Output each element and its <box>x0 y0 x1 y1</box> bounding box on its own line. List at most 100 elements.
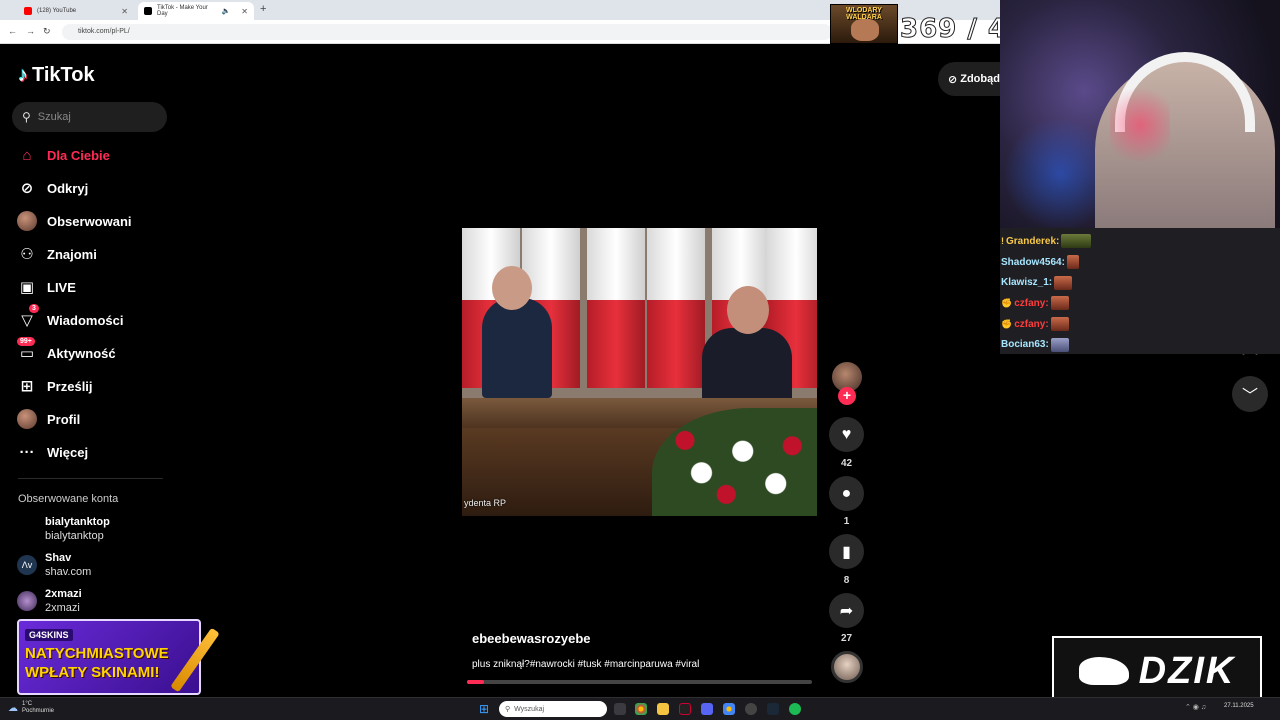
chat-line: ✊ czfany: <box>1001 293 1279 314</box>
account-name: Shav <box>45 552 72 564</box>
music-disc-avatar[interactable] <box>831 651 863 683</box>
spotify-icon[interactable] <box>789 703 801 715</box>
app-icon[interactable] <box>679 703 691 715</box>
tiktok-logo[interactable]: ♪ TikTok <box>18 64 95 87</box>
get-app-button[interactable]: ⊘ Zdobąd <box>938 62 1000 96</box>
followed-accounts-title: Obserwowane konta <box>18 493 119 505</box>
nav-upload[interactable]: ⊞ Prześlij <box>17 373 167 399</box>
close-tab-icon[interactable]: ✕ <box>121 7 128 16</box>
friends-icon: ⚇ <box>20 246 34 263</box>
counter-face <box>851 19 879 41</box>
start-button[interactable]: ⊞ <box>479 702 489 716</box>
share-count: 27 <box>840 633 853 644</box>
sponsor-brand: G4SKINS <box>25 629 73 641</box>
back-icon[interactable]: ← <box>8 26 17 36</box>
chat-user: czfany: <box>1014 297 1049 309</box>
boar-icon <box>1078 657 1129 685</box>
nav-live[interactable]: ▣ LIVE <box>17 274 167 300</box>
task-view-icon[interactable] <box>614 703 626 715</box>
nav-following[interactable]: Obserwowani <box>17 208 167 234</box>
video-player[interactable]: ydenta RP <box>462 228 817 516</box>
close-tab-icon[interactable]: ✕ <box>241 7 248 16</box>
more-icon: ··· <box>19 443 35 461</box>
nav-activity[interactable]: ▭ 99+ Aktywność <box>17 337 167 366</box>
nav-label: Wiadomości <box>47 312 124 328</box>
nav-label: Więcej <box>47 444 89 460</box>
discord-icon[interactable] <box>701 703 713 715</box>
share-button[interactable]: ➦ <box>829 593 864 628</box>
nav-more[interactable]: ··· Więcej <box>17 439 167 465</box>
tab-tiktok[interactable]: TikTok - Make Your Day 🔈 ✕ <box>138 2 254 20</box>
person-right <box>702 328 792 403</box>
tiktok-note-icon: ♪ <box>18 64 28 86</box>
person-left-head <box>492 266 532 310</box>
obs-icon[interactable] <box>745 703 757 715</box>
tiktok-favicon-icon <box>144 7 152 15</box>
nav-friends[interactable]: ⚇ Znajomi <box>17 241 167 267</box>
nav-explore[interactable]: ⊘ Odkryj <box>17 175 167 201</box>
weather-widget[interactable]: ☁ 1°C Pochmurnie <box>8 701 54 715</box>
emote <box>1050 337 1069 352</box>
video-author[interactable]: ebeebewasrozyebe <box>472 631 591 646</box>
logo-text: TikTok <box>32 64 95 86</box>
emote <box>1054 275 1073 290</box>
followed-account[interactable]: 2xmazi 2xmazi <box>17 587 82 615</box>
next-video-button[interactable]: ﹀ <box>1232 376 1268 412</box>
share-icon: ➦ <box>839 602 854 620</box>
system-tray[interactable]: ⌃ ◉ ♫ <box>1185 703 1206 711</box>
search-box[interactable]: ⚲ <box>12 102 167 132</box>
chat-user: Klawisz_1: <box>1001 277 1053 289</box>
messages-badge: 3 <box>29 304 39 313</box>
comment-count: 1 <box>843 516 850 527</box>
video-progress-bar[interactable] <box>467 680 812 684</box>
nav-messages[interactable]: ▽ 3 Wiadomości <box>17 304 167 333</box>
chrome-profile-icon[interactable] <box>723 703 735 715</box>
tab-youtube[interactable]: (128) YouTube ✕ <box>18 2 134 20</box>
chevron-down-icon: ﹀ <box>1241 388 1258 405</box>
nav-label: Aktywność <box>47 345 116 361</box>
weather-desc: Pochmurnie <box>22 708 55 714</box>
dzik-wordmark: DZIK <box>1138 649 1236 692</box>
url-field[interactable]: tiktok.com/pl-PL/ <box>62 24 832 40</box>
file-explorer-icon[interactable] <box>657 703 669 715</box>
reload-icon[interactable]: ↻ <box>43 26 51 37</box>
person-left <box>482 298 552 398</box>
stream-chat: ! Granderek: Shadow4564: Klawisz_1: ✊ cz… <box>1000 228 1280 354</box>
new-tab-button[interactable]: + <box>260 3 266 15</box>
tab-label: TikTok - Make Your Day <box>157 5 208 17</box>
nav-label: Prześlij <box>47 378 93 394</box>
like-button[interactable]: ♥ <box>829 417 864 452</box>
sponsor-line-2: WPŁATY SKINAMI! <box>25 664 160 681</box>
taskbar-search[interactable]: ⚲ Wyszukaj <box>499 701 607 717</box>
chrome-icon[interactable] <box>635 703 647 715</box>
get-app-icon: ⊘ <box>948 73 958 86</box>
search-input[interactable] <box>37 111 148 123</box>
chat-line: ! Granderek: <box>1001 231 1279 252</box>
like-count: 42 <box>840 458 853 469</box>
cloud-icon: ☁ <box>8 702 18 714</box>
video-caption: ydenta RP <box>464 498 507 508</box>
comment-button[interactable]: ● <box>829 476 864 511</box>
bookmark-icon: ▮ <box>842 543 851 561</box>
followed-account[interactable]: Λv Shav shav.com <box>17 551 91 579</box>
nav-profile[interactable]: Profil <box>17 406 167 432</box>
clock[interactable]: 27.11.2025 <box>1224 703 1254 710</box>
sidebar-divider <box>18 478 163 479</box>
windows-taskbar: ☁ 1°C Pochmurnie ⊞ ⚲ Wyszukaj ⌃ ◉ ♫ 27.1… <box>0 697 1280 720</box>
steam-icon[interactable] <box>767 703 779 715</box>
forward-icon[interactable]: → <box>26 26 35 36</box>
save-button[interactable]: ▮ <box>829 534 864 569</box>
emote <box>1066 255 1079 270</box>
heart-icon: ♥ <box>841 425 852 443</box>
mute-tab-icon[interactable]: 🔈 <box>222 7 231 15</box>
video-description[interactable]: plus zniknął?#nawrocki #tusk #marcinparu… <box>472 659 699 670</box>
follow-button[interactable]: + <box>838 387 856 405</box>
comment-icon: ● <box>841 484 852 502</box>
chat-line: ✊ czfany: <box>1001 314 1279 335</box>
taskbar-search-placeholder: Wyszukaj <box>514 705 545 713</box>
emote <box>1050 296 1069 311</box>
followed-account[interactable]: bialytanktop bialytanktop <box>17 515 110 543</box>
emote <box>1061 234 1092 249</box>
dzik-logo: DZIK <box>1052 636 1262 706</box>
nav-for-you[interactable]: ⌂ Dla Ciebie <box>17 142 167 168</box>
